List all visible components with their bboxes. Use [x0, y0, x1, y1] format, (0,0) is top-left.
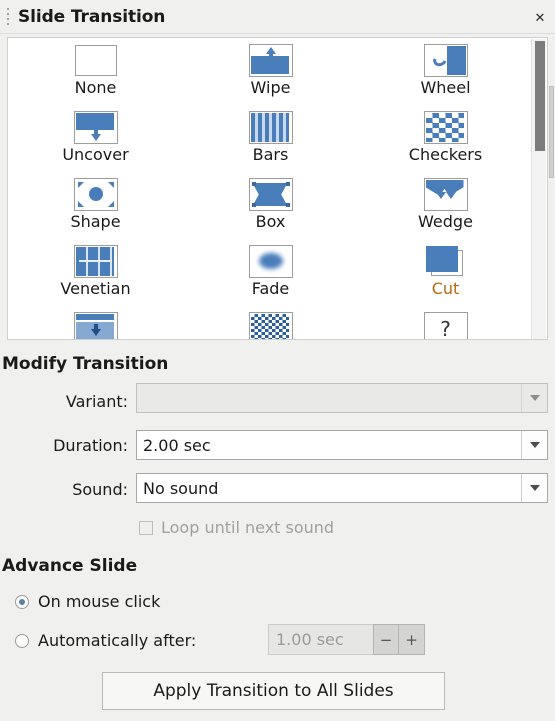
transition-row: Shape Box Wedge: [8, 178, 533, 245]
loop-until-next-sound-label: Loop until next sound: [161, 518, 335, 537]
cover-icon: [73, 312, 118, 339]
transition-label: Box: [255, 212, 286, 231]
chevron-down-icon[interactable]: [521, 384, 547, 412]
apply-transition-to-all-slides-button[interactable]: Apply Transition to All Slides: [102, 672, 445, 710]
auto-advance-time-value[interactable]: 1.00 sec: [268, 624, 373, 655]
transition-row: Venetian Fade Cut: [8, 245, 533, 312]
radio-on-mouse-click[interactable]: On mouse click: [15, 592, 160, 611]
transition-gallery-content: None Wipe Wheel Uncover Bars Checkers Sh…: [8, 38, 533, 339]
transition-label: Bars: [252, 145, 289, 164]
shape-icon: [73, 178, 118, 211]
uncover-icon: [73, 111, 118, 144]
chevron-down-icon[interactable]: [521, 474, 547, 502]
radio-automatically-after[interactable]: Automatically after:: [15, 631, 196, 650]
sound-dropdown[interactable]: No sound: [136, 473, 548, 503]
panel-scrollbar-thumb[interactable]: [549, 86, 554, 178]
transition-item-wheel[interactable]: Wheel: [358, 44, 533, 111]
radio-button-icon[interactable]: [15, 594, 29, 609]
checkbox-box-icon[interactable]: [139, 520, 153, 535]
transition-row: Uncover Bars Checkers: [8, 111, 533, 178]
gallery-scrollbar-thumb[interactable]: [535, 41, 545, 151]
transition-label: Uncover: [62, 145, 129, 164]
transition-label: Fade: [251, 279, 290, 298]
wipe-icon: [248, 44, 293, 77]
transition-label: None: [74, 78, 117, 97]
variant-dropdown[interactable]: [136, 383, 548, 413]
transition-item-fade[interactable]: Fade: [183, 245, 358, 312]
transition-item-dissolve[interactable]: [183, 312, 358, 339]
auto-advance-time-stepper[interactable]: 1.00 sec − +: [268, 624, 425, 655]
advance-slide-heading: Advance Slide: [2, 556, 138, 576]
duration-value: 2.00 sec: [143, 435, 211, 455]
cut-icon: [424, 245, 468, 278]
transition-label: Wheel: [420, 78, 471, 97]
transition-item-venetian[interactable]: Venetian: [8, 245, 183, 312]
box-icon: [248, 178, 293, 211]
panel-titlebar: Slide Transition: [0, 0, 555, 33]
transition-label: Cut: [431, 279, 460, 298]
on-mouse-click-label: On mouse click: [38, 592, 161, 611]
transition-item-cover[interactable]: [8, 312, 183, 339]
transition-item-wipe[interactable]: Wipe: [183, 44, 358, 111]
transition-item-cut[interactable]: Cut: [358, 245, 533, 312]
stepper-decrement-button[interactable]: −: [373, 624, 399, 655]
chevron-down-icon[interactable]: [521, 431, 547, 459]
transition-label: Wedge: [418, 212, 473, 231]
wheel-icon: [423, 44, 468, 77]
transition-item-checkers[interactable]: Checkers: [358, 111, 533, 178]
radio-button-icon[interactable]: [15, 633, 29, 648]
checkers-icon: [423, 111, 468, 144]
transition-item-box[interactable]: Box: [183, 178, 358, 245]
transition-label: Wipe: [250, 78, 291, 97]
dissolve-icon: [248, 312, 293, 339]
transition-item-uncover[interactable]: Uncover: [8, 111, 183, 178]
transition-item-wedge[interactable]: Wedge: [358, 178, 533, 245]
question-mark-icon: ?: [423, 312, 468, 339]
transition-label: Venetian: [60, 279, 131, 298]
loop-until-next-sound-checkbox[interactable]: Loop until next sound: [139, 518, 334, 537]
automatically-after-label: Automatically after:: [38, 631, 197, 650]
venetian-icon: [73, 245, 118, 278]
transition-gallery[interactable]: None Wipe Wheel Uncover Bars Checkers Sh…: [7, 37, 548, 340]
duration-dropdown[interactable]: 2.00 sec: [136, 430, 548, 460]
panel-scrollbar[interactable]: [548, 34, 555, 341]
page-title: Slide Transition: [18, 6, 166, 27]
title-separator: [0, 33, 555, 34]
transition-item-unknown[interactable]: ?: [358, 312, 533, 339]
none-icon: [74, 44, 118, 77]
wedge-icon: [423, 178, 468, 211]
panel-grip-icon[interactable]: [3, 6, 13, 28]
transition-label: Checkers: [408, 145, 483, 164]
gallery-scrollbar[interactable]: [531, 39, 546, 339]
variant-label: Variant:: [65, 392, 128, 411]
transition-row: None Wipe Wheel: [8, 44, 533, 111]
fade-icon: [248, 245, 293, 278]
transition-row-partial: ?: [8, 312, 533, 339]
stepper-increment-button[interactable]: +: [399, 624, 425, 655]
transition-item-none[interactable]: None: [8, 44, 183, 111]
modify-transition-heading: Modify Transition: [2, 354, 169, 374]
transition-label: Shape: [70, 212, 121, 231]
sound-value: No sound: [143, 478, 219, 498]
transition-item-bars[interactable]: Bars: [183, 111, 358, 178]
bars-icon: [248, 111, 293, 144]
sound-label: Sound:: [72, 480, 128, 499]
transition-item-shape[interactable]: Shape: [8, 178, 183, 245]
close-icon[interactable]: ✕: [531, 9, 549, 27]
duration-label: Duration:: [53, 436, 128, 455]
